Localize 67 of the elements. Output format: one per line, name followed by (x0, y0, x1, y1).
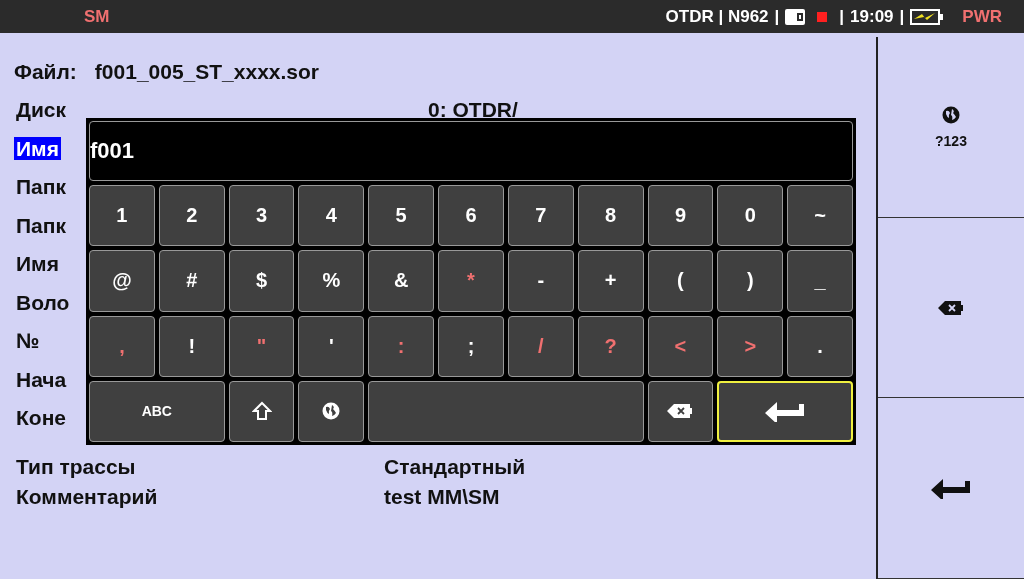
key[interactable]: ' (298, 315, 365, 377)
key[interactable]: 7 (507, 185, 574, 247)
record-indicator-icon (817, 11, 828, 22)
key[interactable]: ( (647, 250, 714, 312)
globe-icon (321, 401, 342, 422)
field-label[interactable]: Диск (14, 98, 69, 122)
mode-label: SM (84, 6, 110, 27)
key[interactable]: 2 (158, 185, 225, 247)
field-label[interactable]: Воло (14, 290, 72, 314)
key[interactable]: 0 (717, 185, 784, 247)
key[interactable]: 8 (577, 185, 644, 247)
instrument-label: OTDR | N962 (665, 6, 769, 27)
enter-icon (765, 400, 806, 423)
separator: | (899, 6, 905, 27)
power-label: PWR (962, 6, 1002, 27)
field-label[interactable]: Нача (14, 367, 69, 391)
key[interactable]: 9 (647, 185, 714, 247)
field-label[interactable]: Коне (14, 406, 68, 430)
space-key[interactable] (368, 380, 644, 442)
field-label[interactable]: Папк (14, 175, 68, 199)
key[interactable]: 4 (298, 185, 365, 247)
backspace-key[interactable] (647, 380, 714, 442)
file-name: f001_005_ST_xxxx.sor (94, 60, 320, 84)
field-label[interactable]: Папк (14, 213, 68, 237)
key[interactable]: 1 (89, 185, 155, 247)
key[interactable]: 5 (368, 185, 435, 247)
field-label[interactable]: № (14, 329, 42, 353)
backspace-icon (938, 299, 964, 316)
backspace-icon (667, 403, 694, 420)
key[interactable]: . (787, 315, 853, 377)
abc-key[interactable]: ABC (89, 380, 225, 442)
key[interactable]: + (577, 250, 644, 312)
key[interactable]: _ (787, 250, 853, 312)
enter-icon (931, 477, 971, 500)
globe-icon (941, 104, 961, 125)
memory-card-icon (785, 8, 806, 25)
field-label[interactable]: Комментарий (14, 484, 160, 508)
field-label[interactable]: Имя (14, 136, 61, 160)
shift-key[interactable] (228, 380, 295, 442)
field-label[interactable]: Тип трассы (14, 454, 138, 478)
backspace-button[interactable] (878, 217, 1024, 399)
input-field[interactable]: f001 (89, 121, 853, 181)
key[interactable]: 6 (438, 185, 504, 247)
file-label: Файл: (14, 60, 77, 84)
key[interactable]: ~ (787, 185, 853, 247)
key[interactable]: ; (438, 315, 504, 377)
field-label[interactable]: Имя (14, 252, 61, 276)
field-value: 0: OTDR/ (428, 98, 518, 123)
key[interactable]: & (368, 250, 435, 312)
separator: | (839, 6, 845, 27)
battery-charging-icon (910, 8, 945, 25)
globe-key[interactable] (298, 380, 365, 442)
key[interactable]: % (298, 250, 365, 312)
key[interactable]: $ (228, 250, 295, 312)
field-value: test MM\SM (384, 484, 500, 509)
key[interactable]: @ (89, 250, 155, 312)
enter-key[interactable] (717, 380, 853, 442)
shift-icon (251, 401, 272, 422)
separator: | (774, 6, 780, 27)
key[interactable]: - (507, 250, 574, 312)
field-value: Стандартный (384, 454, 526, 479)
key[interactable]: ) (717, 250, 784, 312)
clock: 19:09 (850, 6, 894, 27)
language-button[interactable]: ?123 (878, 37, 1024, 218)
key[interactable]: # (158, 250, 225, 312)
key[interactable]: ! (158, 315, 225, 377)
key[interactable]: 3 (228, 185, 295, 247)
